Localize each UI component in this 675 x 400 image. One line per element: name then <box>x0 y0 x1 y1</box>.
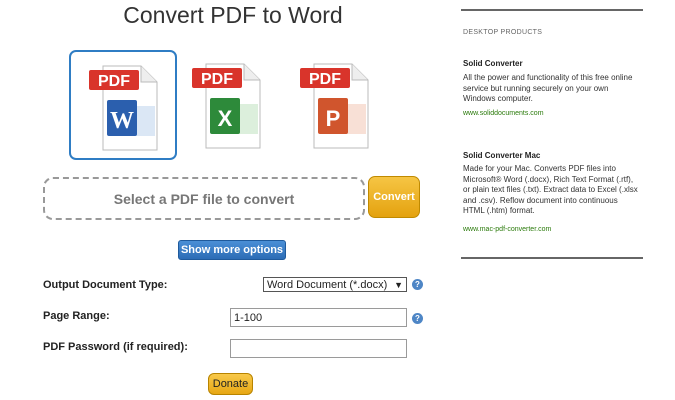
format-pdf-to-word[interactable]: PDF W <box>69 50 177 160</box>
pdf-to-powerpoint-icon: PDF P <box>300 63 369 149</box>
format-pdf-to-powerpoint[interactable]: PDF P <box>282 50 390 160</box>
desktop-products-sidebar: DESKTOP PRODUCTS Solid Converter All the… <box>461 0 643 400</box>
password-input[interactable] <box>230 339 407 358</box>
help-icon[interactable]: ? <box>412 313 423 324</box>
pdf-to-word-icon: PDF W <box>89 65 158 151</box>
page-title: Convert PDF to Word <box>123 2 343 28</box>
product-name: Solid Converter <box>463 59 523 68</box>
pdf-to-excel-icon: PDF X <box>192 63 261 149</box>
doc-type-select[interactable]: Word Document (*.docx) ▼ <box>263 277 407 292</box>
file-dropzone[interactable]: Select a PDF file to convert <box>43 177 365 220</box>
sidebar-divider <box>461 9 643 11</box>
page-range-label: Page Range: <box>43 310 110 322</box>
doc-type-value: Word Document (*.docx) <box>267 278 388 291</box>
convert-button[interactable]: Convert <box>368 176 420 218</box>
product-name: Solid Converter Mac <box>463 151 541 160</box>
password-label: PDF Password (if required): <box>43 341 188 353</box>
sidebar-heading: DESKTOP PRODUCTS <box>463 29 543 36</box>
show-more-options-button[interactable]: Show more options <box>178 240 286 260</box>
svg-text:X: X <box>218 106 233 131</box>
sidebar-divider <box>461 257 643 259</box>
svg-text:W: W <box>110 108 134 134</box>
svg-text:PDF: PDF <box>98 73 130 90</box>
doc-type-label: Output Document Type: <box>43 279 168 291</box>
help-icon[interactable]: ? <box>412 279 423 290</box>
product-description: Made for your Mac. Converts PDF files in… <box>463 164 638 215</box>
product-description: All the power and functionality of this … <box>463 73 633 103</box>
product-link[interactable]: www.mac-pdf-converter.com <box>463 226 551 233</box>
dropdown-arrow-icon: ▼ <box>394 279 403 290</box>
page-range-input[interactable]: 1-100 <box>230 308 407 327</box>
format-pdf-to-excel[interactable]: PDF X <box>174 50 282 160</box>
svg-text:PDF: PDF <box>309 71 341 88</box>
svg-text:PDF: PDF <box>201 71 233 88</box>
product-link[interactable]: www.soliddocuments.com <box>463 110 544 117</box>
donate-button[interactable]: Donate <box>208 373 253 395</box>
svg-text:P: P <box>326 106 341 131</box>
